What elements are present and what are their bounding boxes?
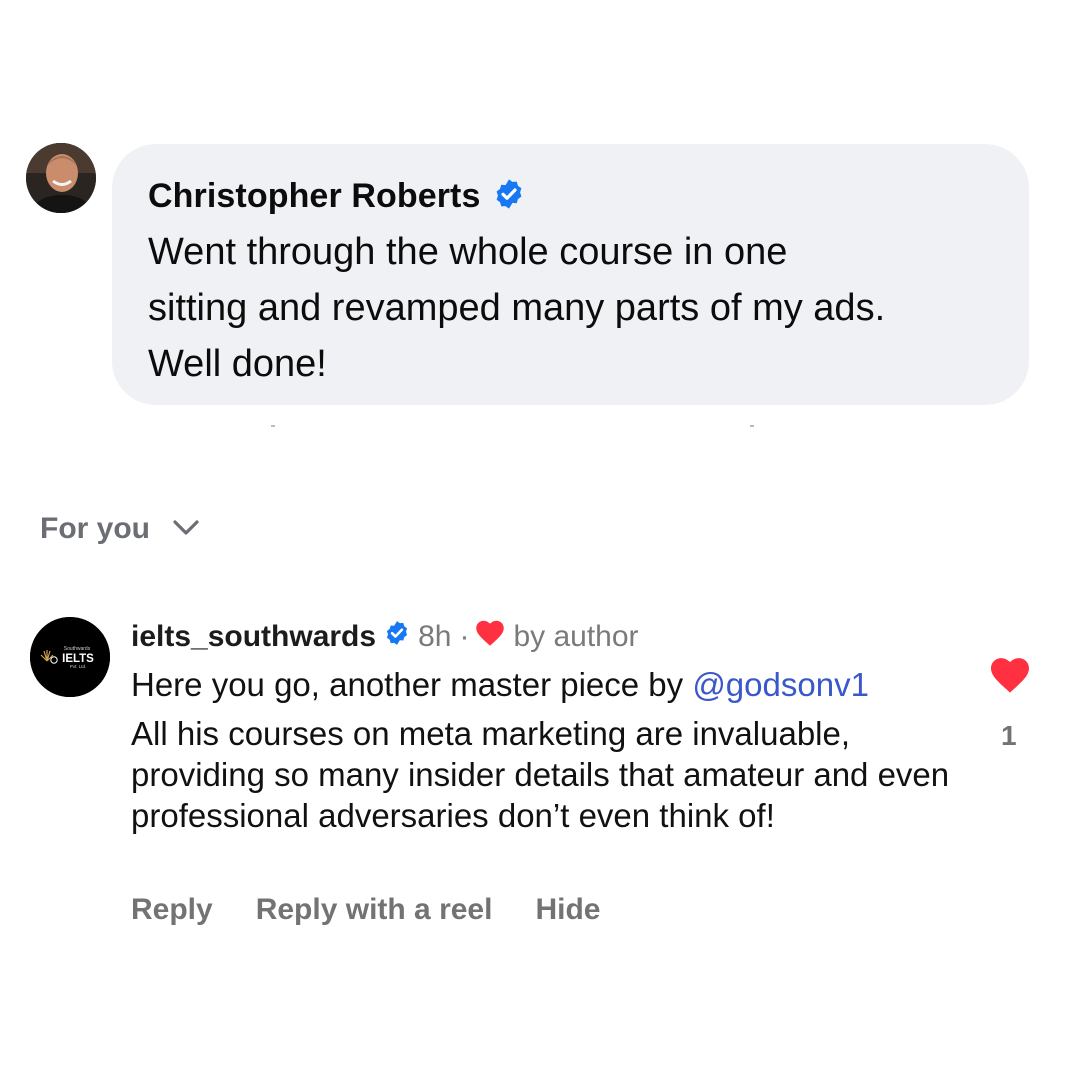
heart-icon xyxy=(475,619,505,655)
comment-bubble: Christopher Roberts Went through the who… xyxy=(112,144,1029,405)
chevron-down-icon xyxy=(172,519,200,542)
reply-with-reel-button[interactable]: Reply with a reel xyxy=(256,893,493,927)
logo-line-1: Southwards xyxy=(64,646,91,652)
timestamp: 8h xyxy=(418,620,452,653)
comment-text: Here you go, another master piece by xyxy=(131,666,684,703)
commenter-name[interactable]: Christopher Roberts xyxy=(148,177,481,216)
comment-body: Here you go, another master piece by @go… xyxy=(131,664,961,836)
username-link[interactable]: ielts_southwards xyxy=(131,620,376,654)
verified-badge-icon xyxy=(493,178,525,215)
comment-text: Went through the whole course in one sit… xyxy=(148,231,886,385)
comment-header: ielts_southwards 8h · by author xyxy=(131,616,639,658)
comment-sort-dropdown[interactable]: For you xyxy=(40,512,200,546)
ielts-logo: Southwards IELTS Pvt. Ltd. xyxy=(30,617,110,697)
comment-header: Christopher Roberts xyxy=(148,174,999,218)
logo-line-3: Pvt. Ltd. xyxy=(70,664,87,669)
comment-text: All his courses on meta marketing are in… xyxy=(131,715,950,834)
commenter-avatar[interactable] xyxy=(26,143,96,213)
separator-dot: · xyxy=(459,620,470,653)
heart-icon xyxy=(991,658,1029,693)
liked-by-author-label: by author xyxy=(513,620,639,653)
divider-mark xyxy=(750,425,754,427)
like-button[interactable] xyxy=(989,656,1031,699)
divider-mark xyxy=(271,425,275,427)
comment-first-line: Here you go, another master piece by @go… xyxy=(131,664,961,705)
sort-label: For you xyxy=(40,512,150,545)
reply-button[interactable]: Reply xyxy=(131,893,213,927)
profile-photo xyxy=(26,143,96,213)
like-count: 1 xyxy=(1001,720,1017,751)
comment-actions: Reply Reply with a reel Hide xyxy=(131,893,600,927)
mention-link[interactable]: @godsonv1 xyxy=(692,666,869,703)
account-avatar[interactable]: Southwards IELTS Pvt. Ltd. xyxy=(30,617,110,697)
hide-button[interactable]: Hide xyxy=(535,893,600,927)
verified-badge-icon xyxy=(384,620,410,654)
